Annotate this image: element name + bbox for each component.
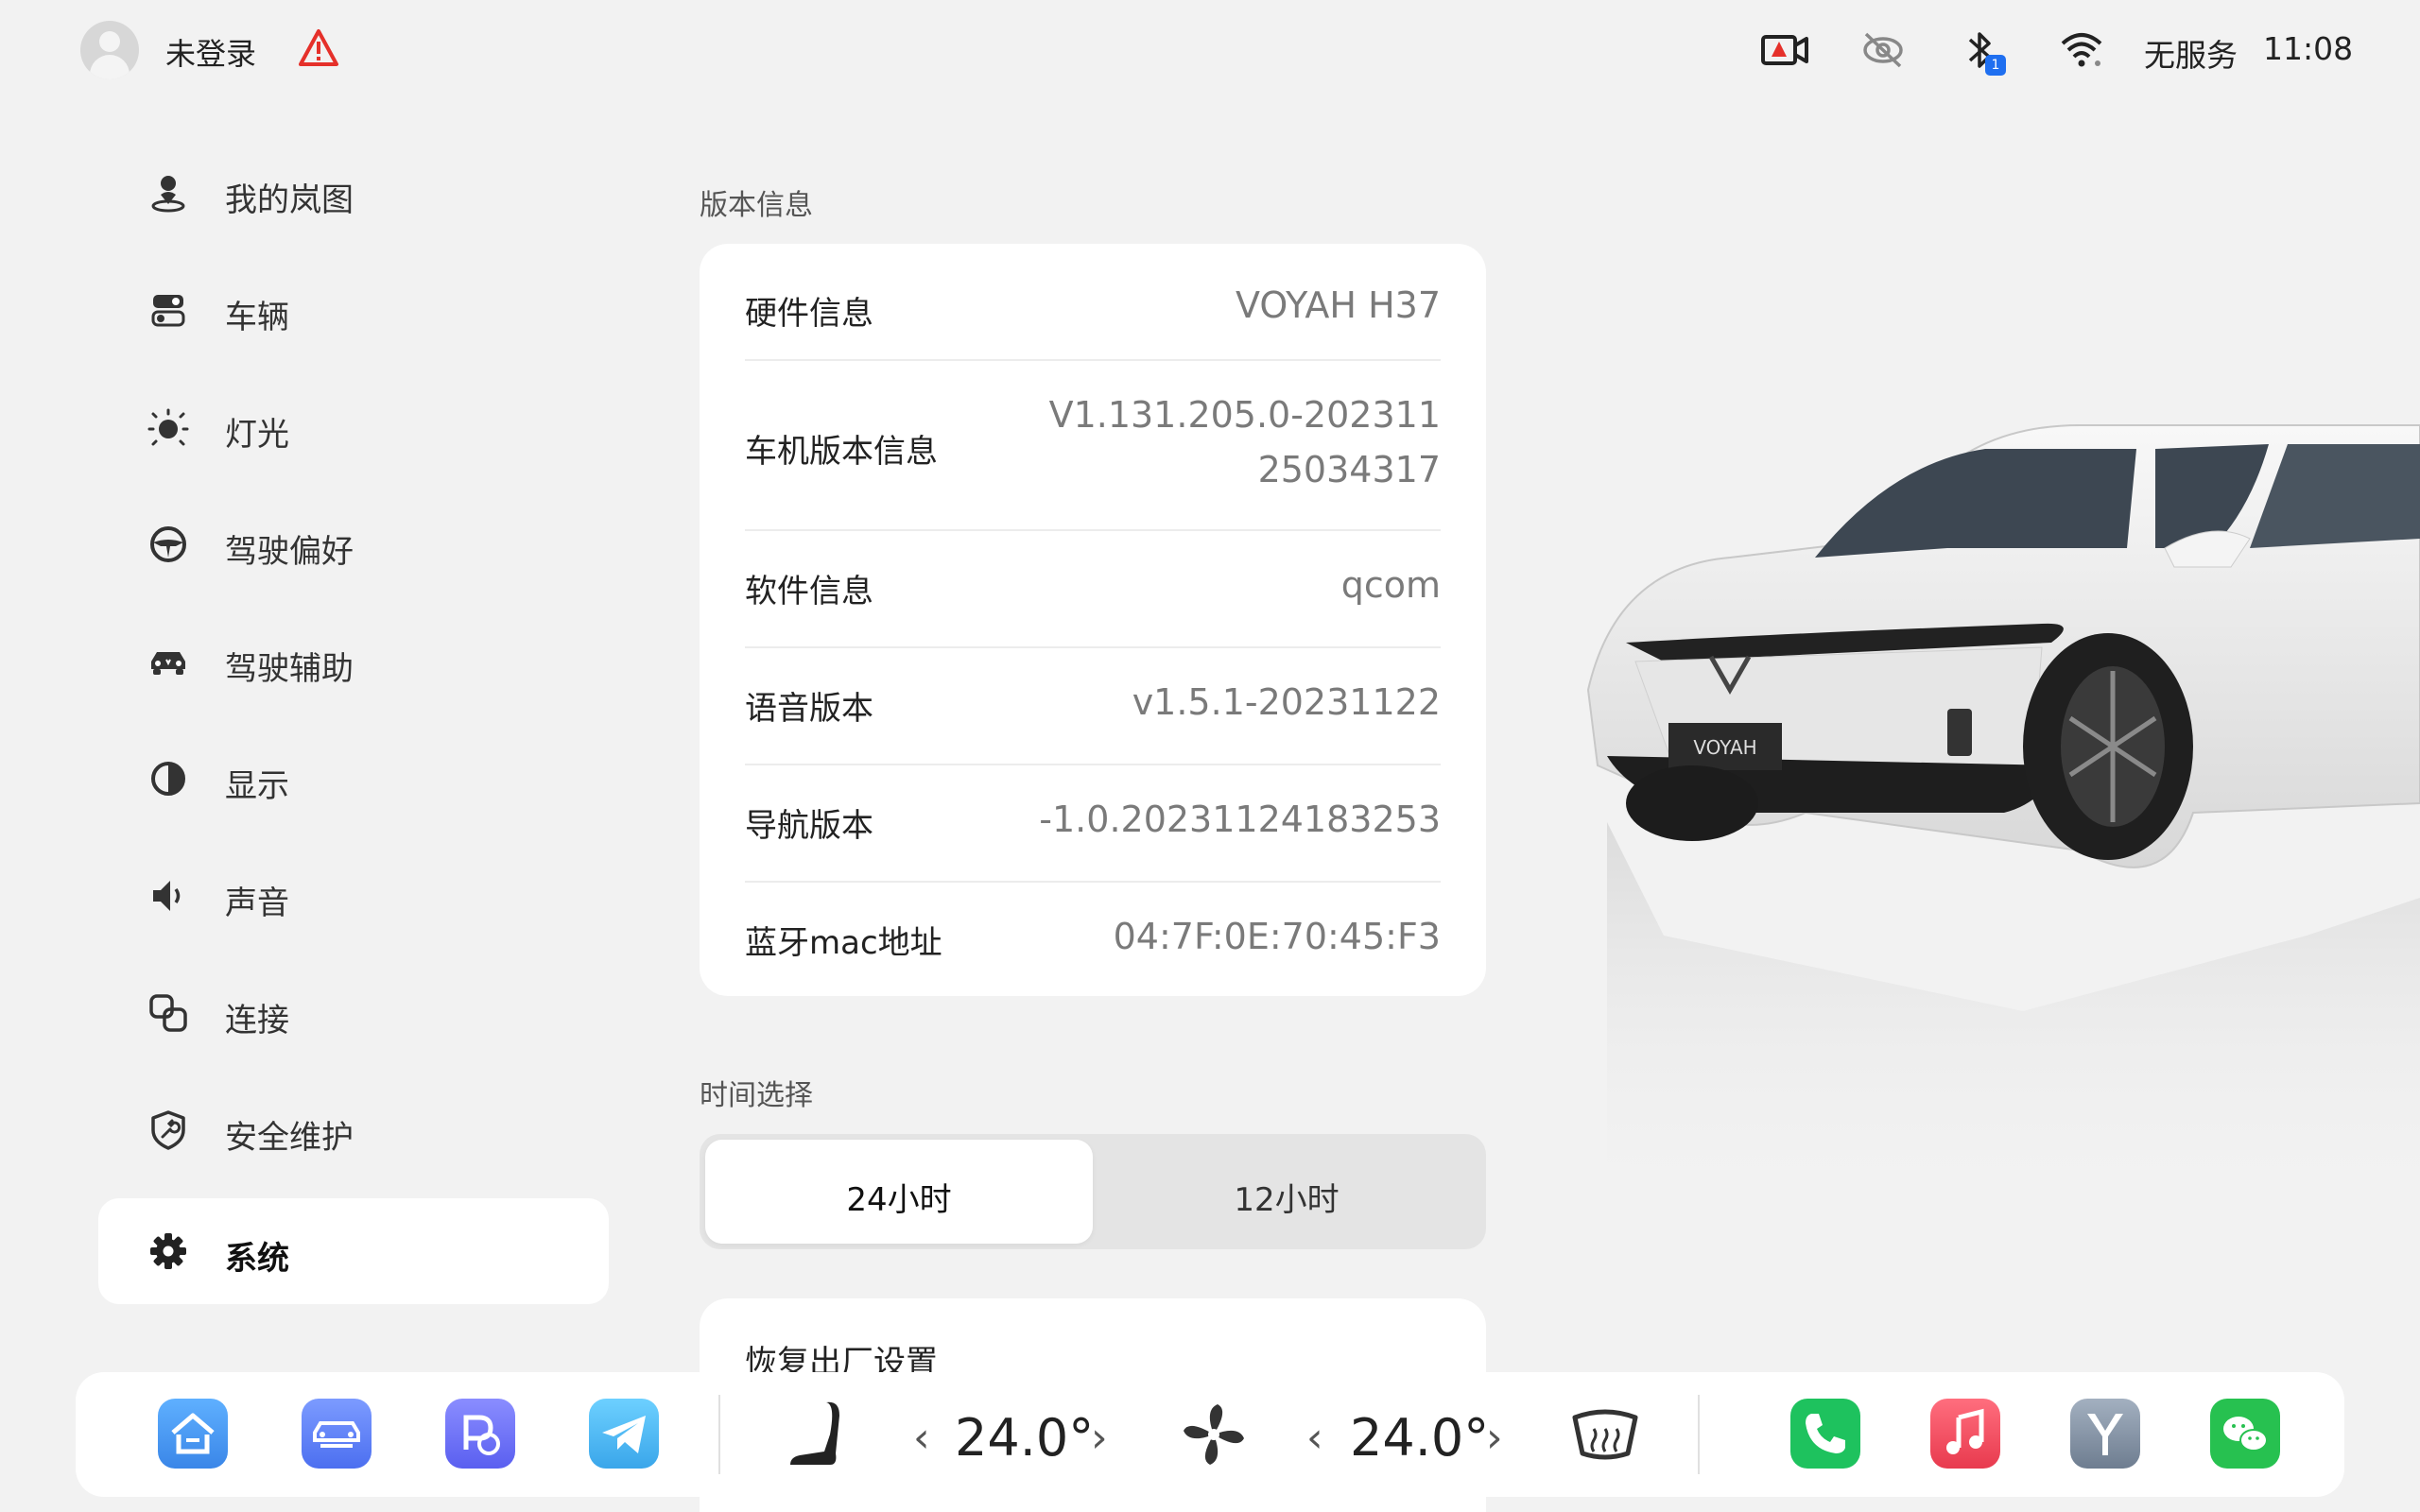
login-status[interactable]: 未登录 — [165, 30, 256, 74]
camera-off-icon[interactable] — [1860, 28, 1906, 72]
divider — [745, 359, 1441, 361]
info-value: 04:7F:0E:70:45:F3 — [1113, 916, 1441, 957]
dock-divider — [718, 1395, 720, 1474]
sidebar-item-label: 驾驶辅助 — [225, 650, 354, 688]
fan-icon[interactable] — [1176, 1397, 1252, 1472]
info-value-line1: V1.131.205.0-202311 — [1048, 394, 1441, 436]
car-app-icon[interactable] — [302, 1399, 372, 1469]
info-key: 硬件信息 — [745, 295, 873, 333]
plate-text: VOYAH — [1693, 736, 1756, 759]
info-value-line2: 25034317 — [1257, 449, 1441, 490]
sidebar-item-connection[interactable]: 连接 — [98, 960, 609, 1066]
divider — [745, 764, 1441, 765]
time-format-24h-option[interactable]: 24小时 — [705, 1140, 1093, 1244]
version-info-card: 硬件信息 VOYAH H37 车机版本信息 V1.131.205.0-20231… — [700, 244, 1486, 996]
music-app-icon[interactable] — [1930, 1399, 2000, 1469]
time-format-12h-option[interactable]: 12小时 — [1093, 1140, 1480, 1244]
sidebar-item-system[interactable]: 系统 — [98, 1198, 609, 1304]
left-temp-increase-button[interactable]: › — [1091, 1414, 1108, 1462]
info-key: 语音版本 — [745, 690, 873, 728]
sidebar-item-label: 连接 — [225, 1002, 289, 1040]
time-select-title: 时间选择 — [700, 1079, 813, 1112]
person-location-icon — [151, 176, 185, 213]
sidebar-item-label: 车辆 — [225, 299, 289, 336]
connection-icon — [149, 994, 187, 1032]
right-temp-increase-button[interactable]: › — [1486, 1414, 1503, 1462]
car-assist-icon — [151, 652, 185, 675]
sidebar-item-label: 显示 — [225, 767, 289, 805]
status-bar: 未登录 1 无服务 11:08 — [0, 0, 2420, 104]
time-format-segmented-control: 24小时 12小时 — [700, 1134, 1486, 1249]
screen: 未登录 1 无服务 11:08 我的岚图 车辆 灯光 驾驶偏好 驾驶辅助 显示 … — [0, 0, 2420, 1512]
info-row-navigation-version: 导航版本 -1.0.20231124183253 — [745, 792, 1441, 858]
steering-wheel-icon — [150, 526, 186, 562]
info-row-hardware: 硬件信息 VOYAH H37 — [745, 278, 1441, 344]
info-value: qcom — [1340, 564, 1441, 606]
info-row-head-unit-version: 车机版本信息 V1.131.205.0-202311 25034317 — [745, 387, 1441, 510]
network-status: 无服务 — [2144, 37, 2238, 74]
info-key: 蓝牙mac地址 — [745, 924, 942, 962]
wechat-app-icon[interactable] — [2210, 1399, 2280, 1469]
info-value: -1.0.20231124183253 — [1039, 799, 1441, 840]
sidebar-item-display[interactable]: 显示 — [98, 726, 609, 832]
telegram-app-icon[interactable] — [589, 1399, 659, 1469]
bluetooth-icon[interactable]: 1 — [1961, 28, 2010, 76]
option-label: 12小时 — [1234, 1181, 1340, 1219]
sidebar-item-vehicle[interactable]: 车辆 — [98, 257, 609, 363]
divider — [745, 529, 1441, 531]
sidebar-item-sound[interactable]: 声音 — [98, 843, 609, 949]
warning-icon[interactable] — [298, 28, 339, 68]
shield-wrench-icon — [151, 1110, 185, 1150]
speaker-icon — [153, 881, 181, 911]
info-key: 车机版本信息 — [745, 433, 938, 471]
right-temperature: 24.0° — [1350, 1408, 1490, 1468]
voyah-app-icon[interactable] — [2070, 1399, 2140, 1469]
info-row-bluetooth-mac: 蓝牙mac地址 04:7F:0E:70:45:F3 — [745, 909, 1441, 975]
vehicle-image: VOYAH — [1586, 424, 2420, 1228]
vehicle-switch-icon — [151, 295, 185, 327]
info-key: 导航版本 — [745, 807, 873, 845]
sidebar-item-driving-assist[interactable]: 驾驶辅助 — [98, 609, 609, 714]
seat-heat-icon[interactable] — [783, 1397, 845, 1472]
info-key: 软件信息 — [745, 573, 873, 610]
right-temp-decrease-button[interactable]: ‹ — [1306, 1414, 1323, 1462]
sidebar-item-lights[interactable]: 灯光 — [98, 374, 609, 480]
left-temp-decrease-button[interactable]: ‹ — [913, 1414, 930, 1462]
info-value: v1.5.1-20231122 — [1132, 681, 1441, 723]
sidebar-item-label: 安全维护 — [225, 1119, 354, 1157]
info-row-software: 软件信息 qcom — [745, 558, 1441, 624]
user-avatar-icon[interactable] — [80, 21, 139, 79]
dashcam-warning-icon[interactable] — [1760, 28, 1809, 72]
phone-app-icon[interactable] — [1790, 1399, 1860, 1469]
display-contrast-icon — [151, 762, 185, 796]
sidebar-item-security-maintenance[interactable]: 安全维护 — [98, 1077, 609, 1183]
sidebar-item-my-voyah[interactable]: 我的岚图 — [98, 140, 609, 246]
wifi-icon[interactable] — [2059, 28, 2104, 72]
info-row-voice-version: 语音版本 v1.5.1-20231122 — [745, 675, 1441, 741]
bluetooth-badge: 1 — [1985, 55, 2006, 76]
dock-divider — [1698, 1395, 1700, 1474]
sidebar-item-label: 灯光 — [225, 416, 289, 454]
info-value: VOYAH H37 — [1236, 284, 1441, 326]
home-app-icon[interactable] — [158, 1399, 228, 1469]
version-info-title: 版本信息 — [700, 189, 813, 222]
option-label: 24小时 — [846, 1181, 952, 1219]
divider — [745, 646, 1441, 648]
sidebar-item-label: 声音 — [225, 885, 289, 922]
left-temperature: 24.0° — [955, 1408, 1095, 1468]
bottom-dock: ‹ 24.0° › ‹ 24.0° › — [76, 1372, 2344, 1497]
gear-icon — [150, 1233, 186, 1269]
sidebar-item-label: 驾驶偏好 — [225, 533, 354, 571]
divider — [745, 881, 1441, 883]
clock: 11:08 — [2263, 30, 2354, 67]
rear-defrost-icon[interactable] — [1567, 1397, 1643, 1472]
light-icon — [147, 408, 189, 446]
sidebar-item-label: 我的岚图 — [225, 181, 354, 219]
sidebar-item-driving-preference[interactable]: 驾驶偏好 — [98, 491, 609, 597]
parking-app-icon[interactable] — [445, 1399, 515, 1469]
sidebar-item-label: 系统 — [225, 1240, 289, 1278]
